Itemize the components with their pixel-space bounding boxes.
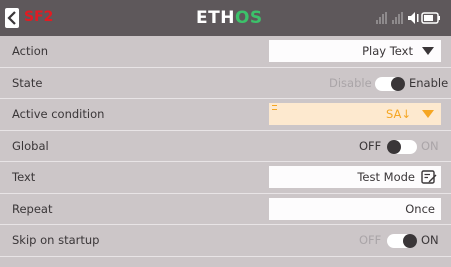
toggle-switch [375, 76, 405, 91]
dropdown-caret-icon [422, 47, 434, 55]
logo-text-left: ETH [196, 8, 235, 28]
toggle-on-label: ON [421, 138, 439, 153]
toggle-off-label: OFF [359, 138, 382, 153]
action-dropdown[interactable]: Play Text [269, 40, 441, 62]
toggle-on-label: ON [421, 233, 439, 247]
row-state: State Disable Enable [0, 68, 451, 99]
page-title: SF2 [24, 9, 54, 25]
toggle-knob [387, 139, 401, 154]
toggle-switch [387, 234, 417, 248]
action-value: Play Text [362, 44, 413, 58]
toggle-switch [387, 139, 417, 154]
toggle-off-label: OFF [359, 233, 382, 247]
text-field[interactable]: Test Mode [269, 166, 441, 188]
battery-icon [421, 12, 440, 24]
speaker-icon [408, 12, 419, 24]
global-label: Global [12, 138, 49, 153]
row-repeat: Repeat Once [0, 194, 451, 225]
repeat-value: Once [405, 201, 435, 216]
toggle-knob [403, 234, 417, 248]
logo-text-right: OS [234, 8, 263, 28]
dropdown-caret-icon [422, 110, 434, 118]
row-active-condition: Active condition SA↓ [0, 99, 451, 131]
top-bar: SF2 ETHOS [0, 0, 451, 36]
active-condition-dropdown[interactable]: SA↓ [269, 103, 441, 125]
text-label: Text [12, 170, 36, 184]
settings-list: Action Play Text State Disable Enable Ac… [0, 36, 451, 257]
active-condition-value: SA↓ [385, 107, 411, 121]
action-label: Action [12, 44, 49, 58]
toggle-off-label: Disable [329, 75, 372, 90]
row-action: Action Play Text [0, 36, 451, 68]
row-skip-on-startup: Skip on startup OFF ON [0, 225, 451, 257]
signal-bars-icon [392, 12, 403, 24]
skip-on-startup-label: Skip on startup [12, 233, 100, 247]
signal-bars-icon [376, 12, 387, 24]
row-text: Text Test Mode [0, 162, 451, 194]
edit-indicator [272, 105, 277, 110]
status-icons [374, 9, 442, 31]
repeat-field[interactable]: Once [269, 197, 441, 220]
chevron-left-icon [7, 11, 16, 25]
state-toggle[interactable]: Disable Enable [329, 68, 448, 99]
state-label: State [12, 75, 43, 90]
text-value: Test Mode [357, 170, 415, 184]
ethos-logo: ETHOS [196, 7, 263, 29]
toggle-on-label: Enable [409, 75, 449, 90]
global-toggle[interactable]: OFF ON [359, 131, 439, 162]
back-button[interactable] [5, 8, 19, 28]
repeat-label: Repeat [12, 201, 53, 216]
skip-on-startup-toggle[interactable]: OFF ON [359, 225, 439, 256]
toggle-knob [391, 76, 405, 91]
edit-text-icon [421, 170, 437, 184]
active-condition-label: Active condition [12, 107, 105, 121]
row-global: Global OFF ON [0, 131, 451, 162]
